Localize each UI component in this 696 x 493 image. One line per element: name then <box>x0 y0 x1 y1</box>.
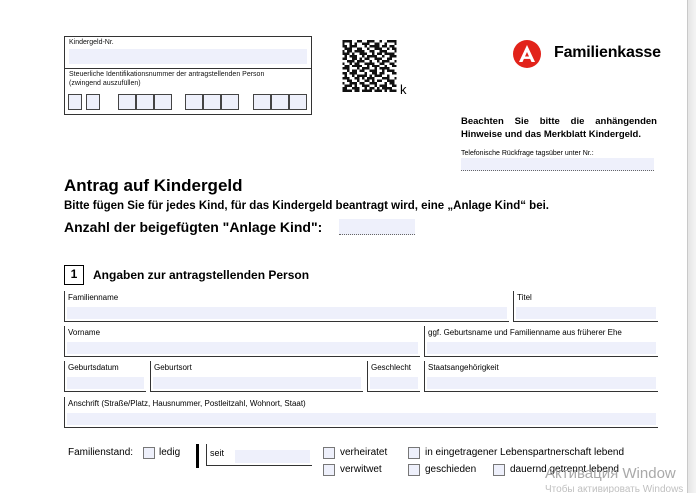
steuer-id-digit[interactable] <box>136 94 154 110</box>
anlage-count-label: Anzahl der beigefügten "Anlage Kind": <box>64 219 323 235</box>
familienstand-label: Familienstand: <box>68 447 134 458</box>
section-number: 1 <box>64 265 84 285</box>
vorname-label: Vorname <box>68 328 101 337</box>
steuer-id-digit[interactable] <box>289 94 307 110</box>
ledig-label: ledig <box>159 447 181 458</box>
ledig-checkbox[interactable] <box>143 447 155 459</box>
steuer-id-digit[interactable] <box>154 94 172 110</box>
geburtsdatum-label: Geburtsdatum <box>68 363 119 372</box>
kindergeld-nr-input[interactable] <box>69 49 307 64</box>
id-box: Kindergeld-Nr. Steuerliche Identifikatio… <box>64 36 312 115</box>
geburtsort-input[interactable] <box>153 377 361 389</box>
phone-label: Telefonische Rückfrage tagsüber unter Nr… <box>461 150 594 157</box>
geschlecht-input[interactable] <box>370 377 418 389</box>
anschrift-input[interactable] <box>67 413 656 425</box>
verwitwet-checkbox[interactable] <box>323 464 335 476</box>
geburtsname-label: ggf. Geburtsname und Familienname aus fr… <box>428 328 622 337</box>
kindergeld-nr-label: Kindergeld-Nr. <box>69 39 114 46</box>
seit-field[interactable]: seit <box>206 444 312 466</box>
qr-suffix: k <box>400 82 407 97</box>
geschlecht-label: Geschlecht <box>371 363 412 372</box>
id-box-divider <box>65 68 311 69</box>
geburtsname-field[interactable]: ggf. Geburtsname und Familienname aus fr… <box>424 326 658 357</box>
staatsangehoerigkeit-input[interactable] <box>427 377 656 389</box>
steuer-id-digit[interactable] <box>185 94 203 110</box>
verwitwet-label: verwitwet <box>340 464 382 475</box>
geburtsname-input[interactable] <box>427 342 656 354</box>
anschrift-label: Anschrift (Straße/Platz, Hausnummer, Pos… <box>68 399 306 408</box>
seit-label: seit <box>210 448 225 458</box>
anschrift-field[interactable]: Anschrift (Straße/Platz, Hausnummer, Pos… <box>64 397 658 428</box>
titel-label: Titel <box>517 293 532 302</box>
geschieden-checkbox[interactable] <box>408 464 420 476</box>
familienname-field[interactable]: Familienname <box>64 291 509 322</box>
familienname-input[interactable] <box>67 307 507 319</box>
familienkasse-logo <box>513 40 541 68</box>
steuer-id-digit[interactable] <box>271 94 289 110</box>
geburtsdatum-field[interactable]: Geburtsdatum <box>64 361 146 392</box>
verheiratet-checkbox[interactable] <box>323 447 335 459</box>
vorname-input[interactable] <box>67 342 418 354</box>
steuer-id-note: (zwingend auszufüllen) <box>69 80 141 87</box>
lebenspartnerschaft-checkbox[interactable] <box>408 447 420 459</box>
seit-input[interactable] <box>235 450 310 463</box>
steuer-id-digit[interactable] <box>68 94 82 110</box>
phone-input[interactable] <box>461 158 654 171</box>
staatsangehoerigkeit-label: Staatsangehörigkeit <box>428 363 499 372</box>
familienname-label: Familienname <box>68 293 119 302</box>
steuer-id-digit[interactable] <box>221 94 239 110</box>
form-page: Kindergeld-Nr. Steuerliche Identifikatio… <box>0 0 696 493</box>
activation-watermark: Активация Window <box>545 465 676 482</box>
familienstand-divider <box>196 444 199 468</box>
titel-input[interactable] <box>516 307 656 319</box>
geburtsort-field[interactable]: Geburtsort <box>150 361 363 392</box>
steuer-id-digit[interactable] <box>86 94 100 110</box>
steuer-id-digit[interactable] <box>118 94 136 110</box>
verheiratet-label: verheiratet <box>340 447 388 458</box>
steuer-id-digit[interactable] <box>203 94 221 110</box>
qr-code <box>342 40 397 92</box>
viewer-edge <box>688 0 696 493</box>
geburtsort-label: Geburtsort <box>154 363 192 372</box>
getrennt-checkbox[interactable] <box>493 464 505 476</box>
steuer-id-label: Steuerliche Identifikationsnummer der an… <box>69 71 265 78</box>
section-title: Angaben zur antragstellenden Person <box>93 268 310 282</box>
activation-watermark-sub: Чтобы активировать Windows <box>545 484 684 493</box>
vorname-field[interactable]: Vorname <box>64 326 420 357</box>
staatsangehoerigkeit-field[interactable]: Staatsangehörigkeit <box>424 361 658 392</box>
instructions-note: Beachten Sie bitte die anhängenden Hinwe… <box>461 116 657 140</box>
anlage-count-input[interactable] <box>339 219 415 235</box>
geburtsdatum-input[interactable] <box>67 377 144 389</box>
steuer-id-digit[interactable] <box>253 94 271 110</box>
form-title: Antrag auf Kindergeld <box>64 176 243 195</box>
geschieden-label: geschieden <box>425 464 477 475</box>
geschlecht-field[interactable]: Geschlecht <box>367 361 420 392</box>
form-subtitle: Bitte fügen Sie für jedes Kind, für das … <box>64 200 549 212</box>
brand-name: Familienkasse <box>554 44 661 61</box>
titel-field[interactable]: Titel <box>513 291 658 322</box>
arrow-a-icon <box>519 45 535 62</box>
lebenspartnerschaft-label: in eingetragener Lebenspartnerschaft leb… <box>425 447 625 458</box>
